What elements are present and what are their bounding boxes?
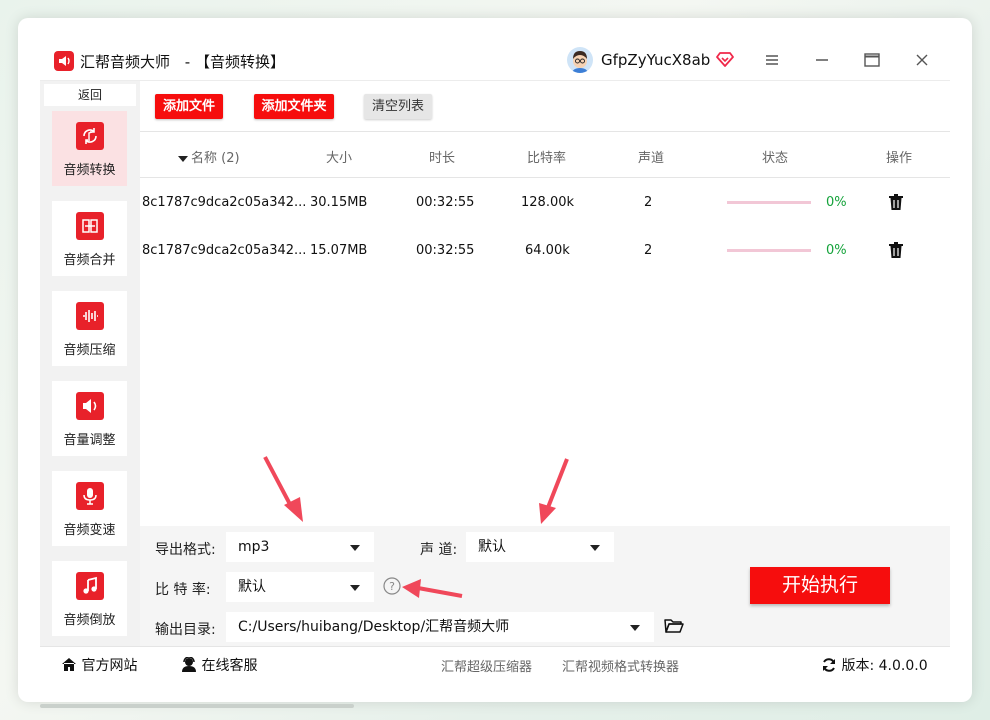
online-support-link[interactable]: 在线客服 (181, 655, 257, 675)
version-info[interactable]: 版本: 4.0.0.0 (821, 655, 928, 675)
refresh-icon (823, 658, 835, 672)
video-converter-link[interactable]: 汇帮视频格式转换器 (562, 656, 679, 675)
footer-divider (40, 646, 950, 647)
official-website-link[interactable]: 官方网站 (61, 655, 137, 675)
home-icon (62, 658, 76, 671)
version-label: 版本: 4.0.0.0 (841, 658, 928, 674)
online-support-label: 在线客服 (201, 658, 258, 674)
official-website-label: 官方网站 (81, 658, 138, 674)
compressor-link[interactable]: 汇帮超级压缩器 (441, 656, 532, 675)
headset-icon (182, 656, 196, 672)
annotation-arrows (263, 456, 569, 598)
